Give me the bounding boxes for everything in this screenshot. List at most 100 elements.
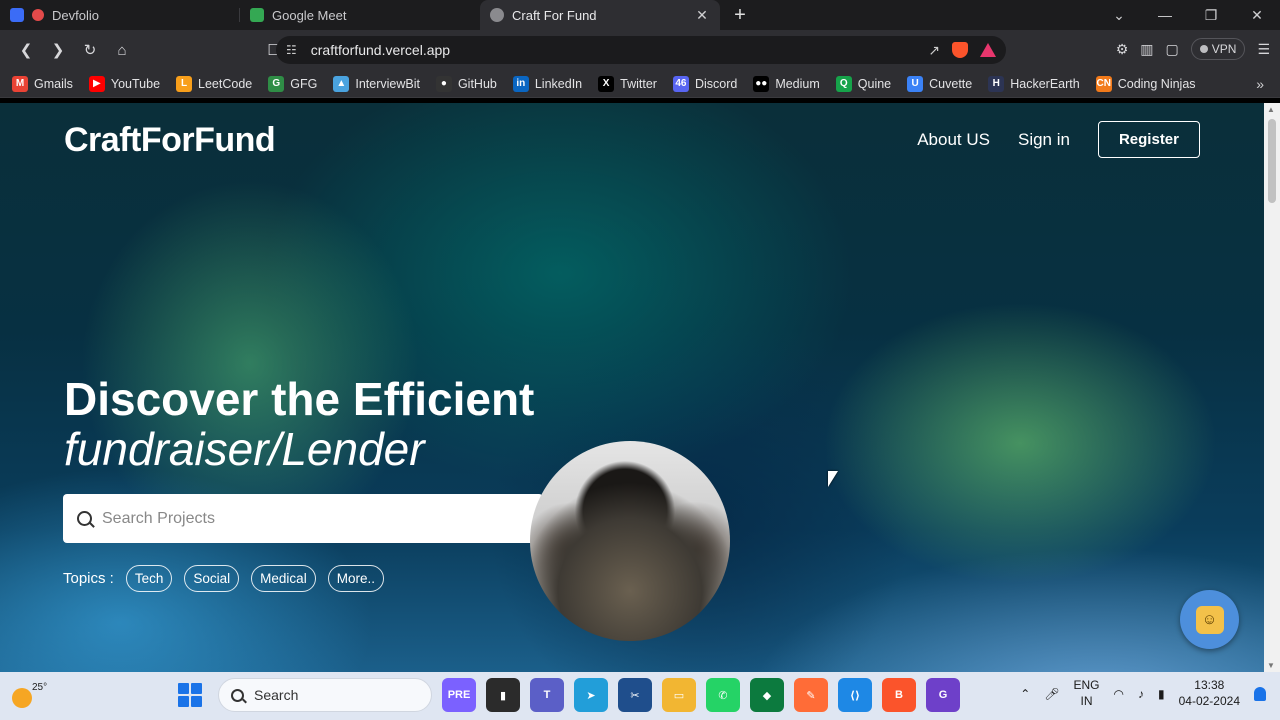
share-icon[interactable]: ↗ (928, 42, 940, 59)
bookmark-gfg[interactable]: G GFG (268, 75, 317, 92)
tray-overflow-icon[interactable]: ⌃ (1020, 687, 1030, 701)
tab-google-meet[interactable]: Google Meet (240, 0, 480, 30)
url-text[interactable]: craftforfund.vercel.app (311, 42, 929, 58)
weather-widget[interactable]: 25° (10, 680, 47, 710)
close-window-icon[interactable]: ✕ (1234, 7, 1280, 24)
bookmark-favicon-icon: X (598, 75, 615, 92)
start-button[interactable] (178, 683, 202, 707)
minimize-icon[interactable]: — (1142, 7, 1188, 23)
home-icon[interactable]: ⌂ (106, 34, 138, 66)
postman-app-icon[interactable]: ✎ (794, 678, 828, 712)
site-logo[interactable]: CraftForFund (64, 121, 276, 160)
explorer-app-icon[interactable]: ▭ (662, 678, 696, 712)
microphone-icon[interactable]: 🎤︎ (1044, 687, 1059, 701)
wifi-icon[interactable]: ◠ (1114, 687, 1124, 701)
vpn-button[interactable]: VPN (1190, 38, 1246, 60)
page-scrollbar[interactable]: ▲ ▼ (1264, 103, 1280, 672)
sidebar-icon[interactable]: ▥ (1140, 41, 1153, 58)
globe-favicon-icon (490, 8, 504, 22)
bookmark-github[interactable]: ● GitHub (435, 75, 497, 92)
chat-widget-button[interactable]: ☺ (1180, 590, 1239, 649)
bookmark-coding-ninjas[interactable]: CN Coding Ninjas (1095, 75, 1196, 92)
snipping-app-icon[interactable]: ✂ (618, 678, 652, 712)
bookmark-favicon-icon: L (176, 75, 193, 92)
bookmark-label: GitHub (457, 76, 497, 91)
about-us-link[interactable]: About US (917, 130, 990, 150)
browser-tab-strip: Devfolio Google Meet Craft For Fund ✕ + … (0, 0, 1280, 30)
devfolio-favicon-icon (10, 8, 24, 22)
topic-chip-social[interactable]: Social (184, 565, 240, 592)
whatsapp-app-icon[interactable]: ✆ (706, 678, 740, 712)
search-input[interactable] (102, 509, 502, 528)
chat-bot-icon: ☺ (1195, 605, 1224, 634)
teams-app-icon[interactable]: T (530, 678, 564, 712)
language-indicator[interactable]: ENG IN (1074, 678, 1100, 709)
bookmark-cuvette[interactable]: U Cuvette (907, 75, 972, 92)
tab-search-chevron-icon[interactable]: ⌄ (1096, 7, 1142, 24)
bookmark-linkedin[interactable]: in LinkedIn (512, 75, 582, 92)
hero-subtitle: fundraiser/Lender (64, 423, 425, 475)
sign-in-link[interactable]: Sign in (1018, 130, 1070, 150)
back-icon[interactable]: ❮ (10, 34, 42, 66)
scrollbar-thumb[interactable] (1268, 119, 1276, 203)
clock[interactable]: 13:38 04-02-2024 (1179, 678, 1240, 709)
telegram-app-icon[interactable]: ➤ (574, 678, 608, 712)
notification-bell-icon[interactable] (1254, 686, 1266, 701)
address-bar[interactable]: ☷ craftforfund.vercel.app ↗ (276, 36, 1006, 64)
terminal-app-icon[interactable]: ▮ (486, 678, 520, 712)
system-tray: ⌃ 🎤︎ ENG IN ◠ ♪ ▮ 13:38 04-02-2024 (1020, 678, 1266, 709)
taskbar-search-label: Search (254, 687, 299, 703)
vpn-label: VPN (1211, 42, 1237, 56)
tab-title: Google Meet (272, 7, 347, 23)
topic-chip-tech[interactable]: Tech (125, 565, 173, 592)
search-icon (231, 688, 244, 702)
bookmark-quine[interactable]: Q Quine (835, 75, 891, 92)
brave-app-icon[interactable]: B (882, 678, 916, 712)
bookmark-label: YouTube (110, 76, 161, 91)
bookmarks-overflow-icon[interactable]: » (1256, 76, 1264, 92)
mouse-cursor-icon (828, 471, 838, 487)
github-app-icon[interactable]: G (926, 678, 960, 712)
bookmark-medium[interactable]: ●● Medium (753, 75, 820, 92)
tab-devfolio[interactable]: Devfolio (0, 0, 240, 30)
bookmark-interviewbit[interactable]: ▲ InterviewBit (333, 75, 420, 92)
battery-icon[interactable]: ▮ (1158, 687, 1165, 701)
bookmark-leetcode[interactable]: L LeetCode (176, 75, 252, 92)
topic-chip-medical[interactable]: Medical (251, 565, 316, 592)
copilot-app-icon[interactable]: PRE (442, 678, 476, 712)
page-viewport: CraftForFund About US Sign in Register D… (0, 103, 1264, 672)
wallet-icon[interactable]: ▢ (1166, 41, 1179, 58)
webcam-overlay[interactable] (530, 441, 730, 641)
brave-shields-icon[interactable] (952, 42, 968, 58)
register-button[interactable]: Register (1097, 121, 1200, 158)
scroll-down-icon[interactable]: ▼ (1267, 661, 1275, 670)
mongodb-app-icon[interactable]: ◆ (750, 678, 784, 712)
hero-title: Discover the Efficient (64, 373, 535, 425)
bookmark-favicon-icon: ● (435, 75, 452, 92)
bookmark-favicon-icon: M (12, 75, 28, 92)
bookmark-gmails[interactable]: M Gmails (12, 75, 73, 92)
bookmark-discord[interactable]: 46 Discord (672, 75, 737, 92)
bookmark-favicon-icon: ●● (753, 75, 770, 92)
bookmark-hackerearth[interactable]: H HackerEarth (988, 75, 1080, 92)
topic-chip-more[interactable]: More.. (327, 565, 384, 592)
forward-icon[interactable]: ❯ (42, 34, 74, 66)
volume-icon[interactable]: ♪ (1138, 687, 1144, 701)
brave-rewards-icon[interactable] (980, 43, 996, 57)
bookmark-label: Coding Ninjas (1117, 76, 1196, 91)
extensions-icon[interactable]: ⚙ (1116, 41, 1129, 58)
vscode-app-icon[interactable]: ⟨⟩ (838, 678, 872, 712)
bookmark-twitter[interactable]: X Twitter (598, 75, 657, 92)
tab-title: Craft For Fund (512, 7, 597, 23)
tab-craft-for-fund[interactable]: Craft For Fund ✕ (480, 0, 720, 30)
search-box[interactable] (63, 494, 543, 543)
restore-icon[interactable]: ❐ (1188, 7, 1234, 24)
taskbar-search[interactable]: Search (218, 678, 432, 712)
scroll-up-icon[interactable]: ▲ (1267, 105, 1275, 114)
new-tab-button[interactable]: + (720, 0, 760, 30)
reload-icon[interactable]: ↻ (74, 34, 106, 66)
site-settings-icon[interactable]: ☷ (286, 43, 297, 57)
close-tab-icon[interactable]: ✕ (694, 7, 710, 24)
menu-icon[interactable]: ☰ (1257, 41, 1270, 58)
bookmark-youtube[interactable]: ▶ YouTube (88, 75, 161, 92)
